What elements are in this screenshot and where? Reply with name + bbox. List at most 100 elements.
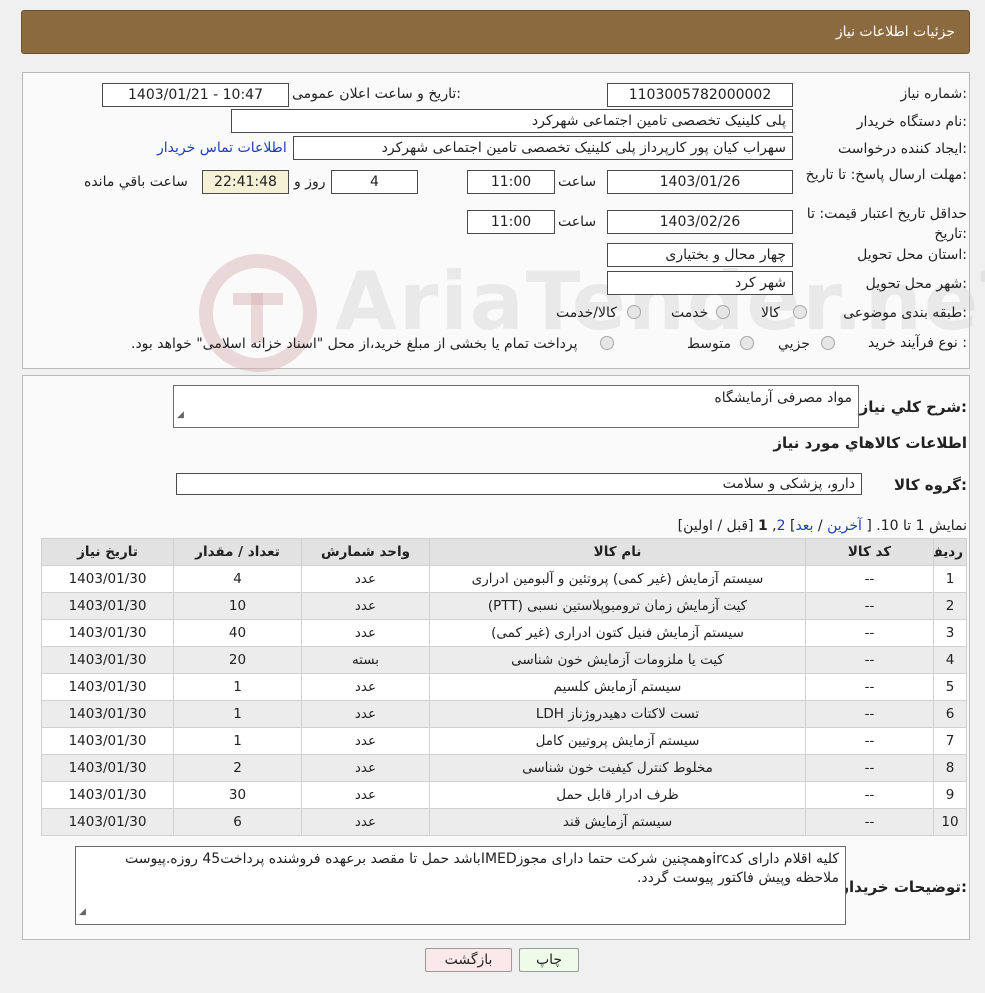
back-button[interactable]: بازگشت	[425, 948, 512, 972]
cell-row-number: 6	[933, 700, 967, 728]
creator-field: سهراب کیان پور کارپرداز پلی کلینیک تخصصی…	[293, 136, 793, 160]
cell-row-number: 4	[933, 646, 967, 674]
remaining-time-field: 22:41:48	[202, 170, 289, 194]
category-radio-goods[interactable]	[793, 305, 807, 319]
col-header-row-number: ردیف	[933, 538, 967, 566]
cell-goods-name: سیستم آزمایش فنیل کتون ادراری (غیر کمی)	[429, 619, 806, 647]
cell-unit: عدد	[301, 808, 430, 836]
cell-unit: بسته	[301, 646, 430, 674]
treasury-checkbox[interactable]	[600, 336, 614, 350]
deadline-time-field: 11:00	[467, 170, 555, 194]
pagination-showing: نمایش 1 تا 10.	[876, 518, 967, 534]
cell-need-date: 1403/01/30	[41, 754, 174, 782]
cell-need-date: 1403/01/30	[41, 592, 174, 620]
remaining-days-field: 4	[331, 170, 418, 194]
col-header-unit: واحد شمارش	[301, 538, 430, 566]
table-header-row: ردیف کد کالا نام کالا واحد شمارش تعداد /…	[41, 538, 967, 566]
cell-unit: عدد	[301, 673, 430, 701]
deadline-label: مهلت ارسال پاسخ: تا تاریخ:	[805, 167, 967, 183]
pagination: نمایش 1 تا 10. [ آخرین / بعد] 2, 1 [قبل …	[678, 518, 967, 534]
cell-row-number: 3	[933, 619, 967, 647]
process-label: نوع فرآیند خرید :	[868, 335, 967, 351]
col-header-goods-name: نام کالا	[429, 538, 806, 566]
cell-goods-code: --	[805, 754, 934, 782]
cell-unit: عدد	[301, 727, 430, 755]
pagination-page-2[interactable]: 2	[777, 518, 786, 534]
cell-goods-code: --	[805, 673, 934, 701]
table-row: 9 -- ظرف ادرار قابل حمل عدد 30 1403/01/30	[41, 781, 967, 809]
remaining-label: ساعت باقي مانده	[84, 174, 188, 190]
print-button[interactable]: چاپ	[519, 948, 579, 972]
province-label: استان محل تحویل:	[857, 247, 967, 263]
cell-row-number: 1	[933, 565, 967, 593]
cell-need-date: 1403/01/30	[41, 781, 174, 809]
cell-row-number: 5	[933, 673, 967, 701]
cell-quantity: 10	[173, 592, 302, 620]
cell-goods-name: کیت یا ملزومات آزمایش خون شناسی	[429, 646, 806, 674]
validity-time-label: ساعت	[558, 214, 597, 230]
cell-goods-name: مخلوط کنترل کیفیت خون شناسی	[429, 754, 806, 782]
cell-row-number: 7	[933, 727, 967, 755]
cell-unit: عدد	[301, 565, 430, 593]
table-row: 6 -- تست لاکتات دهیدروژناز LDH عدد 1 1403/01/…	[41, 700, 967, 728]
cell-quantity: 40	[173, 619, 302, 647]
cell-need-date: 1403/01/30	[41, 727, 174, 755]
table-row: 2 -- کیت آزمایش زمان ترومبوپلاستین نسبی (P…	[41, 592, 967, 620]
cell-need-date: 1403/01/30	[41, 673, 174, 701]
cell-quantity: 1	[173, 727, 302, 755]
process-radio-medium[interactable]	[740, 336, 754, 350]
resize-grip-icon[interactable]: ◢	[177, 406, 184, 425]
cell-goods-code: --	[805, 727, 934, 755]
need-number-field: 1103005782000002	[607, 83, 793, 107]
cell-goods-code: --	[805, 592, 934, 620]
buyer-label: نام دستگاه خریدار:	[856, 114, 967, 130]
creator-label: ایجاد کننده درخواست:	[838, 141, 967, 157]
announce-label: تاریخ و ساعت اعلان عمومی:	[292, 86, 461, 102]
cell-unit: عدد	[301, 781, 430, 809]
cell-goods-name: سیستم آزمایش پروتیین کامل	[429, 727, 806, 755]
table-row: 5 -- سیستم آزمایش کلسیم عدد 1 1403/01/30	[41, 673, 967, 701]
cell-goods-code: --	[805, 808, 934, 836]
process-radio-minor[interactable]	[821, 336, 835, 350]
city-field: شهر کرد	[607, 271, 793, 295]
category-radio-goods-service[interactable]	[627, 305, 641, 319]
cell-quantity: 4	[173, 565, 302, 593]
category-option-goods: کالا	[761, 305, 780, 321]
table-row: 4 -- کیت یا ملزومات آزمایش خون شناسی بسته 20…	[41, 646, 967, 674]
buyer-notes-field: کلیه اقلام دارای کدircوهمچنین شرکت حتما …	[75, 846, 846, 925]
summary-field: مواد مصرفی آزمایشگاه ◢	[173, 385, 859, 428]
category-radio-service[interactable]	[716, 305, 730, 319]
cell-need-date: 1403/01/30	[41, 808, 174, 836]
goods-group-field: دارو، پزشکی و سلامت	[176, 473, 862, 495]
cell-goods-name: تست لاکتات دهیدروژناز LDH	[429, 700, 806, 728]
table-row: 1 -- سیستم آزمایش (غیر کمی) پروتئین و آلبو…	[41, 565, 967, 593]
announce-field: 1403/01/21 - 10:47	[102, 83, 289, 107]
cell-unit: عدد	[301, 619, 430, 647]
cell-quantity: 1	[173, 673, 302, 701]
cell-quantity: 2	[173, 754, 302, 782]
summary-label: شرح کلي نیاز:	[859, 398, 967, 416]
table-row: 7 -- سیستم آزمایش پروتیین کامل عدد 1 1403/01/…	[41, 727, 967, 755]
goods-info-title: اطلاعات کالاهاي مورد نیاز	[773, 434, 967, 452]
pagination-open: [	[866, 518, 872, 534]
summary-text: مواد مصرفی آزمایشگاه	[714, 390, 852, 406]
cell-unit: عدد	[301, 592, 430, 620]
process-note: پرداخت تمام یا بخشی از مبلغ خرید،از محل …	[131, 336, 578, 352]
cell-goods-code: --	[805, 646, 934, 674]
page-title: جزئیات اطلاعات نیاز	[835, 24, 955, 40]
province-field: چهار محال و بختیاری	[607, 243, 793, 267]
cell-quantity: 1	[173, 700, 302, 728]
cell-quantity: 6	[173, 808, 302, 836]
deadline-date-field: 1403/01/26	[607, 170, 793, 194]
cell-goods-name: سیستم آزمایش قند	[429, 808, 806, 836]
buyer-contact-link[interactable]: اطلاعات تماس خریدار	[157, 140, 287, 156]
validity-date-field: 1403/02/26	[607, 210, 793, 234]
cell-goods-name: ظرف ادرار قابل حمل	[429, 781, 806, 809]
goods-group-label: گروه کالا:	[894, 476, 967, 494]
table-row: 10 -- سیستم آزمایش قند عدد 6 1403/01/30	[41, 808, 967, 836]
pagination-next-link[interactable]: بعد	[795, 518, 813, 534]
cell-quantity: 30	[173, 781, 302, 809]
watermark-logo-icon	[199, 254, 317, 372]
pagination-last-link[interactable]: آخرین	[827, 518, 862, 534]
resize-grip-icon[interactable]: ◢	[79, 903, 86, 922]
